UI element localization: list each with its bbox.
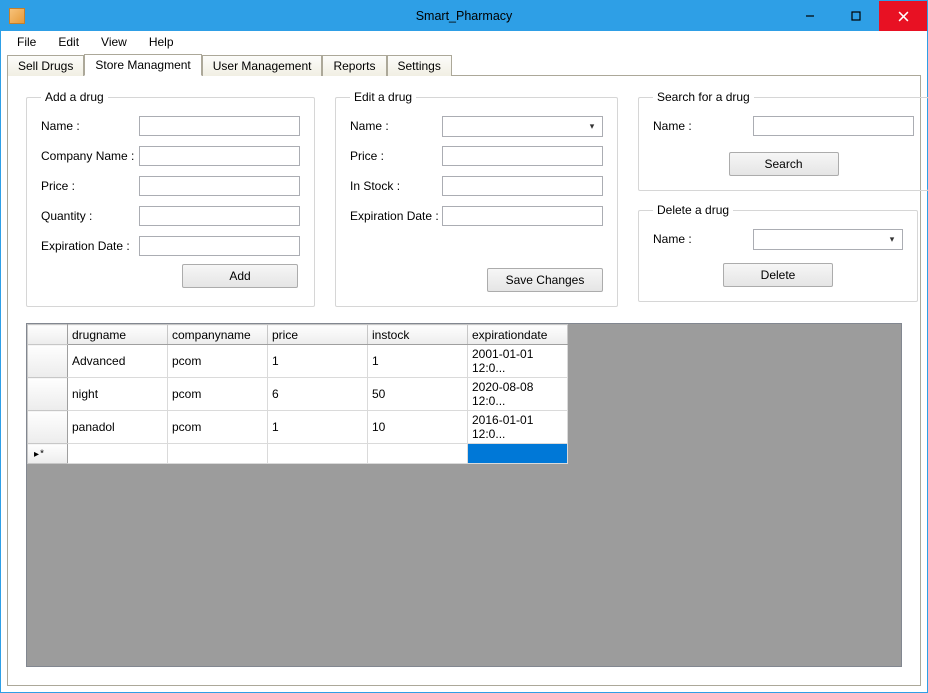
chevron-down-icon: ▾: [884, 234, 900, 245]
save-changes-button[interactable]: Save Changes: [487, 268, 603, 292]
grid-cell-drugname[interactable]: Advanced: [68, 345, 168, 378]
tab-settings[interactable]: Settings: [387, 55, 452, 76]
grid-header-expirationdate[interactable]: expirationdate: [468, 325, 568, 345]
edit-name-label: Name :: [350, 119, 442, 133]
table-row[interactable]: panadol pcom 1 10 2016-01-01 12:0...: [28, 411, 568, 444]
edit-expiration-input[interactable]: [442, 206, 603, 226]
add-name-label: Name :: [41, 119, 139, 133]
maximize-button[interactable]: [833, 1, 879, 31]
grid-new-cell[interactable]: [368, 444, 468, 464]
minimize-button[interactable]: [787, 1, 833, 31]
search-name-input[interactable]: [753, 116, 914, 136]
grid-new-cell-selected[interactable]: [468, 444, 568, 464]
menu-view[interactable]: View: [91, 33, 137, 51]
grid-cell-price[interactable]: 1: [268, 345, 368, 378]
grid-cell-companyname[interactable]: pcom: [168, 411, 268, 444]
groupbox-search-drug-legend: Search for a drug: [653, 90, 754, 104]
add-company-input[interactable]: [139, 146, 300, 166]
groupbox-search-drug: Search for a drug Name : Search: [638, 90, 928, 191]
grid-header-price[interactable]: price: [268, 325, 368, 345]
edit-name-combo[interactable]: ▾: [442, 116, 603, 137]
table-row[interactable]: night pcom 6 50 2020-08-08 12:0...: [28, 378, 568, 411]
tab-reports[interactable]: Reports: [322, 55, 386, 76]
tab-store-management[interactable]: Store Managment: [84, 54, 201, 76]
drugs-grid-container: drugname companyname price instock expir…: [26, 323, 902, 667]
edit-instock-label: In Stock :: [350, 179, 442, 193]
delete-button[interactable]: Delete: [723, 263, 833, 287]
app-icon: [9, 8, 25, 24]
tabstrip: Sell Drugs Store Managment User Manageme…: [1, 53, 927, 75]
add-name-input[interactable]: [139, 116, 300, 136]
menubar: File Edit View Help: [1, 31, 927, 53]
drugs-grid[interactable]: drugname companyname price instock expir…: [27, 324, 568, 464]
tab-user-management[interactable]: User Management: [202, 55, 323, 76]
grid-cell-companyname[interactable]: pcom: [168, 378, 268, 411]
add-button[interactable]: Add: [182, 264, 298, 288]
add-price-label: Price :: [41, 179, 139, 193]
groupbox-add-drug-legend: Add a drug: [41, 90, 108, 104]
grid-cell-instock[interactable]: 50: [368, 378, 468, 411]
grid-row-header[interactable]: [28, 345, 68, 378]
menu-file[interactable]: File: [7, 33, 46, 51]
groupbox-delete-drug-legend: Delete a drug: [653, 203, 733, 217]
add-expiration-input[interactable]: [139, 236, 300, 256]
edit-expiration-label: Expiration Date :: [350, 209, 442, 223]
delete-name-label: Name :: [653, 232, 715, 246]
app-window: Smart_Pharmacy File Edit View Help Sell …: [0, 0, 928, 693]
groupbox-delete-drug: Delete a drug Name : ▾ Delete: [638, 203, 918, 302]
table-row[interactable]: Advanced pcom 1 1 2001-01-01 12:0...: [28, 345, 568, 378]
add-expiration-label: Expiration Date :: [41, 239, 139, 253]
grid-cell-drugname[interactable]: panadol: [68, 411, 168, 444]
delete-name-combo[interactable]: ▾: [753, 229, 903, 250]
edit-price-input[interactable]: [442, 146, 603, 166]
edit-instock-input[interactable]: [442, 176, 603, 196]
window-title: Smart_Pharmacy: [416, 9, 513, 23]
grid-new-row-header[interactable]: ▸*: [28, 444, 68, 464]
grid-new-cell[interactable]: [268, 444, 368, 464]
grid-corner-header[interactable]: [28, 325, 68, 345]
grid-new-row[interactable]: ▸*: [28, 444, 568, 464]
grid-new-cell[interactable]: [168, 444, 268, 464]
edit-price-label: Price :: [350, 149, 442, 163]
grid-cell-companyname[interactable]: pcom: [168, 345, 268, 378]
menu-edit[interactable]: Edit: [48, 33, 89, 51]
add-price-input[interactable]: [139, 176, 300, 196]
grid-cell-expirationdate[interactable]: 2001-01-01 12:0...: [468, 345, 568, 378]
grid-header-drugname[interactable]: drugname: [68, 325, 168, 345]
add-quantity-label: Quantity :: [41, 209, 139, 223]
search-name-label: Name :: [653, 119, 715, 133]
grid-row-header[interactable]: [28, 378, 68, 411]
grid-new-cell[interactable]: [68, 444, 168, 464]
grid-cell-instock[interactable]: 1: [368, 345, 468, 378]
grid-cell-instock[interactable]: 10: [368, 411, 468, 444]
grid-row-header[interactable]: [28, 411, 68, 444]
tab-sell-drugs[interactable]: Sell Drugs: [7, 55, 84, 76]
grid-cell-expirationdate[interactable]: 2020-08-08 12:0...: [468, 378, 568, 411]
chevron-down-icon: ▾: [584, 121, 600, 132]
groupbox-edit-drug: Edit a drug Name : ▾ Price : In Stock : …: [335, 90, 618, 307]
grid-cell-expirationdate[interactable]: 2016-01-01 12:0...: [468, 411, 568, 444]
grid-header-companyname[interactable]: companyname: [168, 325, 268, 345]
tabpanel-store-management: Add a drug Name : Company Name : Price :…: [7, 75, 921, 686]
groupbox-add-drug: Add a drug Name : Company Name : Price :…: [26, 90, 315, 307]
menu-help[interactable]: Help: [139, 33, 184, 51]
groupbox-edit-drug-legend: Edit a drug: [350, 90, 416, 104]
add-company-label: Company Name :: [41, 149, 139, 163]
grid-cell-price[interactable]: 1: [268, 411, 368, 444]
add-quantity-input[interactable]: [139, 206, 300, 226]
grid-header-instock[interactable]: instock: [368, 325, 468, 345]
grid-cell-price[interactable]: 6: [268, 378, 368, 411]
titlebar[interactable]: Smart_Pharmacy: [1, 1, 927, 31]
grid-cell-drugname[interactable]: night: [68, 378, 168, 411]
search-button[interactable]: Search: [729, 152, 839, 176]
close-button[interactable]: [879, 1, 927, 31]
new-row-marker-icon: ▸*: [32, 450, 45, 461]
